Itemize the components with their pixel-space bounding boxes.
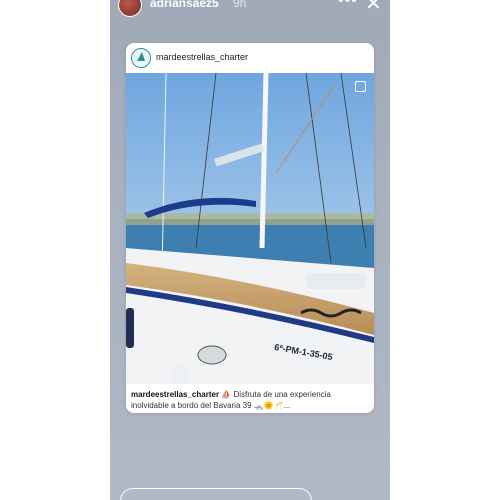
post-caption: mardeestrellas_charter ⛵ Disfruta de una…: [131, 389, 369, 411]
shared-post-card[interactable]: mardeestrellas_charter 6ª-PM-1-35-05 mar…: [126, 43, 374, 413]
post-account-name[interactable]: mardeestrellas_charter: [156, 52, 248, 62]
story-timestamp: 9h: [233, 0, 247, 10]
sailboat-image: [126, 73, 374, 384]
more-horizontal-icon[interactable]: •••: [338, 0, 358, 10]
story-viewer[interactable]: adriansaez5 9h ••• ✕ mardeestrellas_char…: [110, 0, 390, 500]
caption-account[interactable]: mardeestrellas_charter: [131, 390, 219, 399]
reply-input[interactable]: [120, 488, 312, 500]
close-icon[interactable]: ✕: [365, 0, 382, 16]
story-header: adriansaez5 9h ••• ✕: [110, 0, 390, 20]
post-header: mardeestrellas_charter: [126, 43, 374, 73]
story-username[interactable]: adriansaez5: [150, 0, 219, 10]
multiple-photos-icon: [355, 81, 366, 92]
post-photo: 6ª-PM-1-35-05: [126, 73, 374, 384]
account-logo-icon[interactable]: [131, 48, 151, 68]
avatar[interactable]: [118, 0, 142, 17]
